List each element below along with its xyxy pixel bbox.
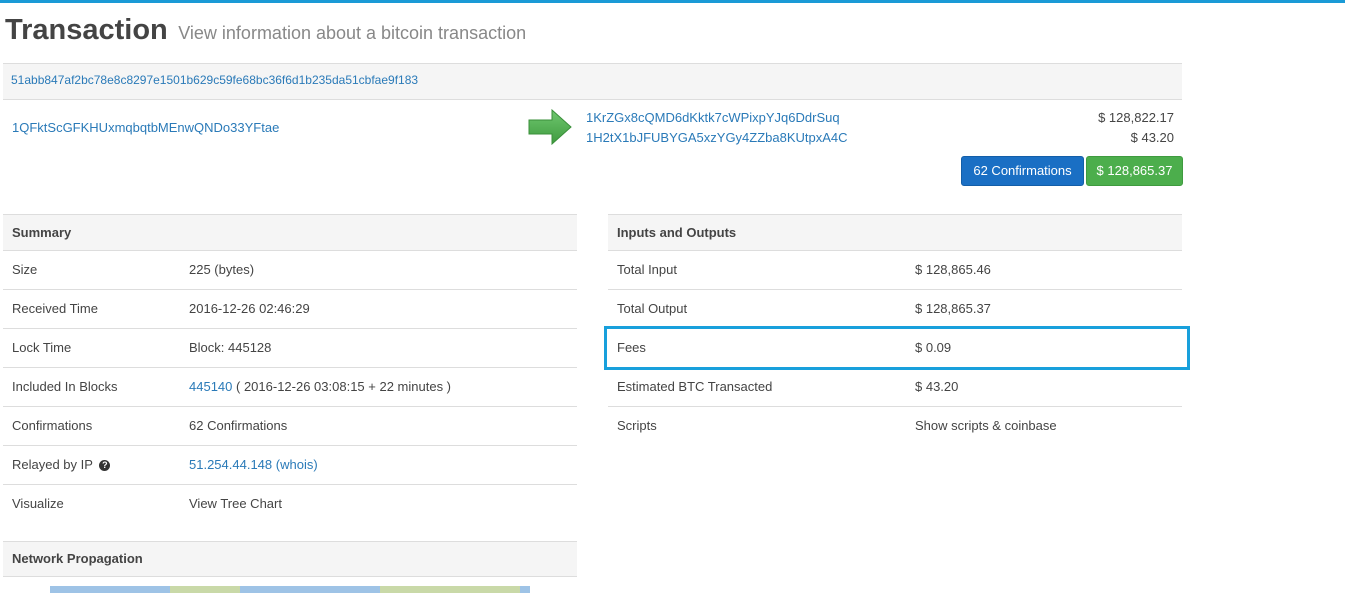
output-address-link[interactable]: 1KrZGx8cQMD6dKktk7cWPixpYJq6DdrSuq (586, 110, 840, 125)
summary-row-lock-time: Lock Time Block: 445128 (3, 329, 577, 368)
row-label: Scripts (617, 418, 657, 433)
inputs-outputs-panel: Inputs and Outputs Total Input $ 128,865… (608, 214, 1182, 445)
top-accent-bar (0, 0, 1345, 3)
row-label: Visualize (12, 496, 64, 511)
ip-link[interactable]: 51.254.44.148 (189, 457, 272, 472)
summary-row-included-in-blocks: Included In Blocks 445140 ( 2016-12-26 0… (3, 368, 577, 407)
propagation-map[interactable] (50, 586, 530, 593)
row-value: 445140 ( 2016-12-26 03:08:15 + 22 minute… (189, 368, 451, 406)
row-value: $ 128,865.46 (915, 262, 991, 277)
io-row-estimated-btc: Estimated BTC Transacted $ 43.20 (608, 368, 1182, 407)
row-value: $ 128,865.37 (915, 301, 991, 316)
io-row-fees: Fees $ 0.09 (608, 329, 1182, 368)
page-subtitle: View information about a bitcoin transac… (178, 23, 527, 43)
map-land (170, 586, 240, 593)
row-label: Estimated BTC Transacted (617, 379, 773, 394)
show-scripts-link[interactable]: Show scripts & coinbase (915, 407, 1057, 445)
row-label: Size (12, 262, 38, 277)
summary-row-size: Size 225 (bytes) (3, 251, 577, 290)
input-address-link[interactable]: 1QFktScGFKHUxmqbqtbMEnwQNDo33YFtae (12, 120, 279, 135)
row-label: Total Input (617, 262, 677, 277)
row-value: Block: 445128 (189, 340, 272, 355)
page-header: Transaction View information about a bit… (5, 14, 526, 47)
row-label: Relayed by IP ? (12, 446, 111, 484)
output-amount: $ 43.20 (1130, 130, 1174, 145)
network-propagation-heading: Network Propagation (3, 541, 577, 577)
total-amount-button[interactable]: $ 128,865.37 (1086, 156, 1183, 186)
row-label: Total Output (617, 301, 688, 316)
confirmations-button[interactable]: 62 Confirmations (961, 156, 1084, 186)
output-address-link[interactable]: 1H2tX1bJFUBYGA5xzYGy4ZZba8KUtpxA4C (586, 130, 848, 145)
right-arrow-icon (528, 109, 572, 145)
summary-row-relayed-by-ip: Relayed by IP ? 51.254.44.148 (whois) (3, 446, 577, 485)
io-row-total-output: Total Output $ 128,865.37 (608, 290, 1182, 329)
row-value: $ 0.09 (915, 340, 952, 355)
view-tree-chart-link[interactable]: View Tree Chart (189, 485, 282, 523)
summary-row-visualize: Visualize View Tree Chart (3, 485, 577, 523)
row-value: 51.254.44.148 (whois) (189, 446, 318, 484)
row-label: Confirmations (12, 418, 93, 433)
summary-heading: Summary (3, 215, 577, 251)
block-link[interactable]: 445140 (189, 379, 232, 394)
inputs-outputs-heading: Inputs and Outputs (608, 215, 1182, 251)
summary-row-received-time: Received Time 2016-12-26 02:46:29 (3, 290, 577, 329)
question-circle-icon[interactable]: ? (99, 460, 111, 471)
map-land (380, 586, 520, 593)
io-row-scripts: Scripts Show scripts & coinbase (608, 407, 1182, 445)
row-label: Received Time (12, 301, 98, 316)
row-label: Lock Time (12, 340, 72, 355)
page-title: Transaction (5, 14, 168, 46)
whois-link[interactable]: (whois) (276, 457, 318, 472)
row-label: Included In Blocks (12, 379, 118, 394)
row-label: Fees (617, 340, 646, 355)
tx-hash-link[interactable]: 51abb847af2bc78e8c8297e1501b629c59fe68bc… (11, 73, 418, 87)
transaction-box: 51abb847af2bc78e8c8297e1501b629c59fe68bc… (3, 63, 1183, 193)
row-value: $ 43.20 (915, 379, 959, 394)
summary-panel: Summary Size 225 (bytes) Received Time 2… (3, 214, 577, 523)
tx-hash-row: 51abb847af2bc78e8c8297e1501b629c59fe68bc… (3, 63, 1182, 100)
output-amount: $ 128,822.17 (1098, 110, 1174, 125)
summary-row-confirmations: Confirmations 62 Confirmations (3, 407, 577, 446)
row-value: 62 Confirmations (189, 418, 288, 433)
row-value: 225 (bytes) (189, 262, 255, 277)
block-detail: ( 2016-12-26 03:08:15 + 22 minutes ) (232, 379, 452, 394)
relayed-label: Relayed by IP (12, 457, 93, 472)
io-row-total-input: Total Input $ 128,865.46 (608, 251, 1182, 290)
row-value: 2016-12-26 02:46:29 (189, 301, 310, 316)
